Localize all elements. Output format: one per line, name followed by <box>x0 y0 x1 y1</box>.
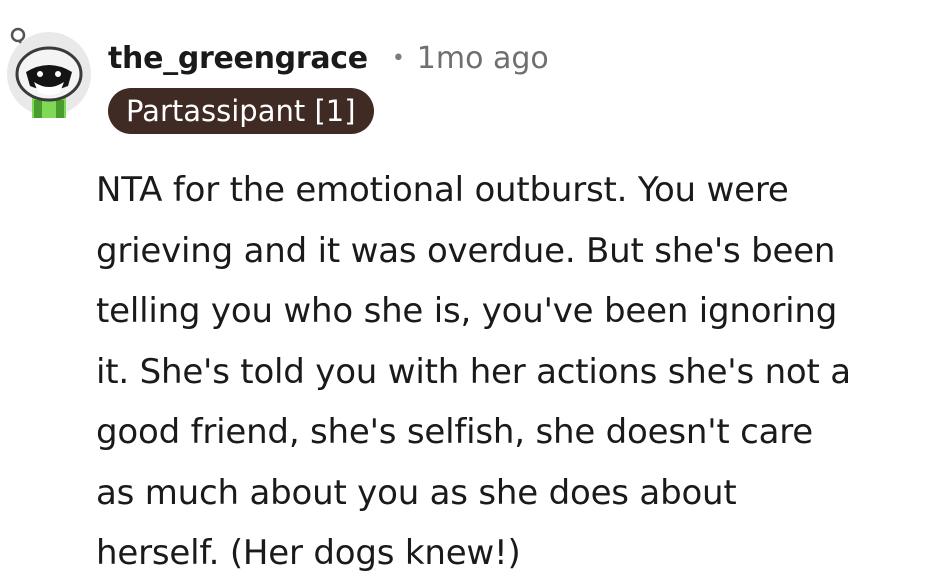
comment-body-line: as much about you as she does about <box>96 472 737 513</box>
comment-body-line: grieving and it was overdue. But she's b… <box>96 230 836 271</box>
comment: the_greengrace • 1mo ago Partassipant [1… <box>0 0 933 586</box>
user-avatar-icon[interactable] <box>4 22 94 118</box>
comment-body: NTA for the emotional outburst. You were… <box>96 160 926 584</box>
comment-body-line: telling you who she is, you've been igno… <box>96 291 838 331</box>
username-link[interactable]: the_greengrace <box>108 41 368 76</box>
comment-meta: the_greengrace • 1mo ago <box>108 36 549 80</box>
separator-dot: • <box>391 45 405 71</box>
timestamp[interactable]: 1mo ago <box>417 41 549 76</box>
comment-body-line: herself. (Her dogs knew!) <box>96 533 521 573</box>
comment-body-line: it. She's told you with her actions she'… <box>96 351 851 392</box>
comment-body-line: good friend, she's selfish, she doesn't … <box>96 412 813 452</box>
user-flair-badge: Partassipant [1] <box>108 88 374 134</box>
comment-body-line: NTA for the emotional outburst. You were <box>96 170 789 210</box>
